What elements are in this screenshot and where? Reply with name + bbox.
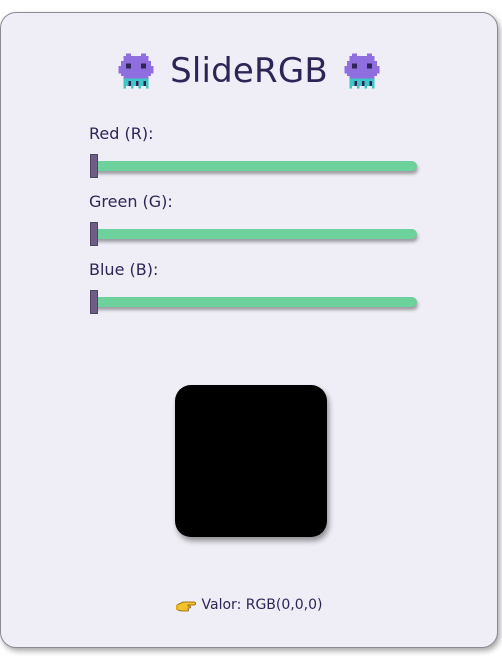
monster-icon <box>118 53 154 89</box>
app-card: SlideRGB Red (R): Green (G): Blue (B): V… <box>0 12 498 648</box>
red-slider-thumb[interactable] <box>90 154 98 178</box>
pointing-hand-icon <box>175 601 196 612</box>
blue-slider-track[interactable] <box>91 297 417 307</box>
app-title: SlideRGB <box>170 51 328 91</box>
green-slider-label: Green (G): <box>89 192 173 211</box>
green-slider-track[interactable] <box>91 229 417 239</box>
blue-slider-thumb[interactable] <box>90 290 98 314</box>
red-slider-label: Red (R): <box>89 124 154 143</box>
blue-slider-label: Blue (B): <box>89 260 159 279</box>
green-slider-thumb[interactable] <box>90 222 98 246</box>
monster-icon <box>344 53 380 89</box>
header: SlideRGB <box>1 49 497 93</box>
red-slider-track[interactable] <box>91 161 417 171</box>
value-text: Valor: RGB(0,0,0) <box>201 597 323 613</box>
value-readout: Valor: RGB(0,0,0) <box>1 597 497 613</box>
color-preview <box>175 385 327 537</box>
